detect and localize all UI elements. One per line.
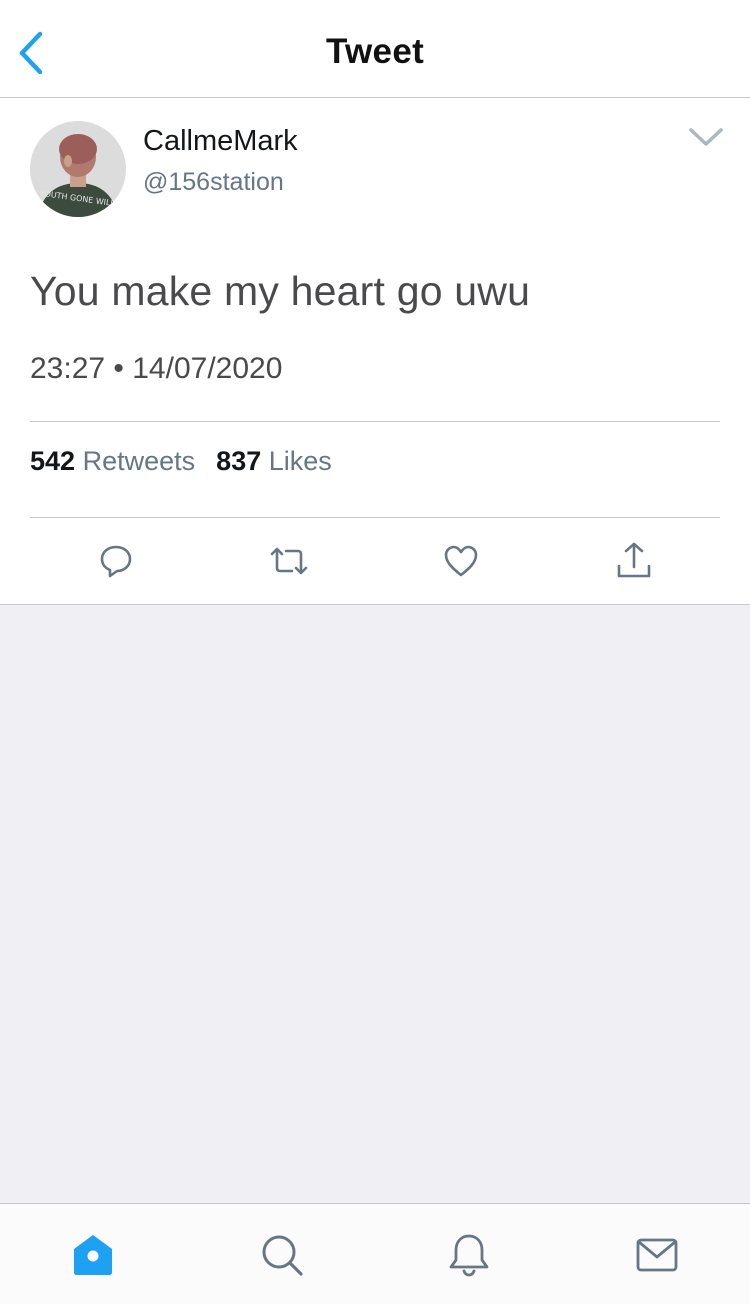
home-icon <box>74 1235 112 1275</box>
retweet-label: Retweets <box>82 446 196 476</box>
share-button[interactable] <box>611 538 657 584</box>
share-icon <box>617 542 651 578</box>
retweet-button[interactable] <box>266 538 312 584</box>
messages-icon <box>636 1238 678 1272</box>
tab-messages[interactable] <box>632 1230 682 1280</box>
reply-icon <box>100 545 132 578</box>
stats-divider-top <box>30 421 720 422</box>
reply-button[interactable] <box>93 538 139 584</box>
tweet-timestamp: 23:27 • 14/07/2020 <box>30 352 283 385</box>
tab-notifications[interactable] <box>444 1230 494 1280</box>
search-icon <box>262 1235 303 1276</box>
empty-background <box>0 605 750 1203</box>
tweet-detail: YOUTH GONE WILD CallmeMark @156station Y… <box>0 98 750 605</box>
like-button[interactable] <box>438 538 484 584</box>
like-icon <box>444 545 478 577</box>
chevron-down-icon <box>689 128 723 146</box>
retweet-count: 542 <box>30 446 76 476</box>
stats-divider-bottom <box>30 517 720 518</box>
nav-header: Tweet <box>0 0 750 97</box>
notifications-icon <box>449 1234 489 1277</box>
author-handle[interactable]: @156station <box>143 168 284 197</box>
like-count: 837 <box>216 446 262 476</box>
retweet-icon <box>270 547 308 575</box>
more-options-button[interactable] <box>686 122 726 152</box>
likes-stat[interactable]: 837 Likes <box>216 446 332 476</box>
page-title: Tweet <box>325 32 425 71</box>
like-label: Likes <box>268 446 332 476</box>
tweet-text: You make my heart go uwu <box>30 268 531 314</box>
author-display-name[interactable]: CallmeMark <box>143 125 298 158</box>
tab-search[interactable] <box>257 1230 307 1280</box>
avatar[interactable]: YOUTH GONE WILD <box>30 121 126 217</box>
tweet-stats: 542 Retweets 837 Likes <box>30 446 332 477</box>
tab-home[interactable] <box>68 1230 118 1280</box>
tab-bar <box>0 1203 750 1304</box>
retweets-stat[interactable]: 542 Retweets <box>30 446 203 476</box>
